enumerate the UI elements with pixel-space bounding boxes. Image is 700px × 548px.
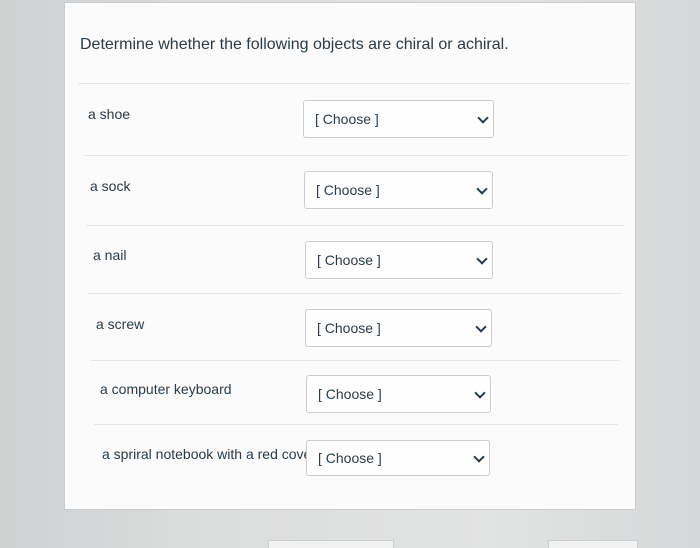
question-text: Determine whether the following objects … [80,36,509,53]
divider [84,155,627,156]
choose-select-spiral-notebook[interactable]: [ Choose ] [306,440,490,476]
row-label-nail: a nail [93,247,127,263]
chevron-down-icon [474,387,486,399]
chevron-down-icon [476,253,488,265]
select-value: [ Choose ] [315,111,379,127]
bottom-tab [268,540,394,548]
row-label-screw: a screw [96,316,145,332]
chevron-down-icon [473,451,485,463]
choose-select-computer-keyboard[interactable]: [ Choose ] [306,375,491,413]
select-value: [ Choose ] [317,252,381,268]
row-label-sock: a sock [90,178,131,194]
divider [88,293,622,294]
select-value: [ Choose ] [316,182,380,198]
row-label-computer-keyboard: a computer keyboard [100,381,232,397]
row-label-spiral-notebook: a spriral notebook with a red cover [102,446,316,462]
bottom-tab [548,540,638,548]
chevron-down-icon [475,321,487,333]
select-value: [ Choose ] [317,320,381,336]
divider [91,360,620,361]
chevron-down-icon [477,112,489,124]
select-value: [ Choose ] [318,450,382,466]
row-label-shoe: a shoe [88,106,131,122]
select-value: [ Choose ] [318,386,382,402]
chevron-down-icon [476,183,488,195]
divider [86,225,624,226]
divider [78,83,630,84]
choose-select-sock[interactable]: [ Choose ] [304,171,493,209]
divider [94,424,618,425]
choose-select-shoe[interactable]: [ Choose ] [303,100,494,138]
choose-select-screw[interactable]: [ Choose ] [305,309,492,347]
choose-select-nail[interactable]: [ Choose ] [305,241,493,279]
